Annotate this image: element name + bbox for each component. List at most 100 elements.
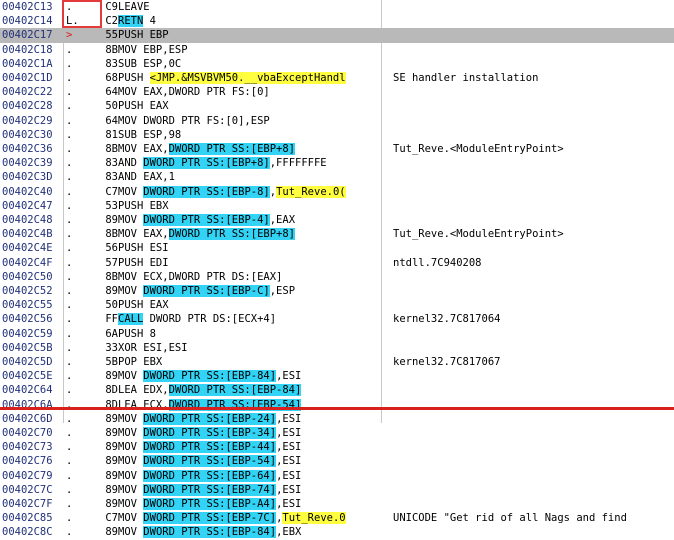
disassembly-view[interactable]: 00402C13. C9 LEAVE 00402C14 L. C2 RETN 4 00402C… [0, 0, 674, 539]
opcode-byte: 64 [105, 114, 118, 127]
instruction-part: MOV [118, 285, 144, 297]
instruction-row[interactable]: 00402C73. 89 MOV DWORD PTR SS:[EBP-44],ESI [0, 440, 674, 454]
instruction-row[interactable]: 00402C3D. 83 AND EAX,1 [0, 170, 674, 184]
opcode-byte: 89 [105, 469, 118, 482]
comment [393, 99, 673, 113]
comment: kernel32.7C817067 [393, 356, 501, 368]
instruction-row[interactable]: 00402C76. 89 MOV DWORD PTR SS:[EBP-54],ESI [0, 454, 674, 468]
instruction-part: MOV DWORD PTR FS:[0],ESP [118, 114, 270, 127]
instruction-part: ,ESP [269, 285, 296, 297]
disassembly-text: POP EBX [118, 355, 383, 369]
instruction-row[interactable]: 00402C7F. 89 MOV DWORD PTR SS:[EBP-A4],ESI [0, 497, 674, 511]
instruction-row[interactable]: 00402C28. 50 PUSH EAX [0, 99, 674, 113]
comment: ntdll.7C940208 [393, 256, 482, 269]
comment [393, 426, 673, 440]
address: 00402C5B [2, 341, 53, 354]
instruction-row[interactable]: 00402C48. 89 MOV DWORD PTR SS:[EBP-4],EAX [0, 213, 674, 227]
instruction-part: ,ESI [276, 483, 302, 496]
flow-marker: . [66, 256, 73, 269]
instruction-row[interactable]: 00402C4B. 8B MOV EAX,DWORD PTR SS:[EBP+8] T… [0, 227, 674, 241]
instruction-row[interactable]: 00402C59. 6A PUSH 8 [0, 327, 674, 341]
highlighted-operand: CALL [118, 313, 144, 326]
instruction-row[interactable]: 00402C22. 64 MOV EAX,DWORD PTR FS:[0] [0, 85, 674, 99]
opcode-byte: 50 [105, 299, 118, 312]
instruction-row[interactable]: 00402C4E. 56 PUSH ESI [0, 241, 674, 255]
opcode-byte: 8D [105, 384, 118, 397]
instruction-row[interactable]: 00402C8C. 89 MOV DWORD PTR SS:[EBP-84],EBX [0, 525, 674, 539]
instruction-row[interactable]: 00402C7C. 89 MOV DWORD PTR SS:[EBP-74],ESI [0, 483, 674, 497]
instruction-part: ,EBX [276, 526, 302, 539]
opcode-byte: 89 [105, 498, 118, 510]
disassembly-text: MOV EBP,ESP [118, 43, 383, 57]
comment [393, 241, 673, 255]
instruction-row[interactable]: 00402C1D. 68 PUSH <JMP.&MSVBVM50.__vbaExce… [0, 71, 674, 85]
highlighted-operand: DWORD PTR SS:[EBP+8] [143, 157, 270, 170]
disassembly-text: MOV DWORD PTR SS:[EBP-34],ESI [118, 426, 383, 440]
flow-marker: . [66, 370, 73, 383]
address: 00402C29 [2, 114, 53, 127]
highlighted-operand: DWORD PTR SS:[EBP+8] [168, 228, 296, 241]
flow-marker: . [66, 327, 73, 340]
instruction-row[interactable]: 00402C5D. 5B POP EBX kernel32.7C817067 [0, 355, 674, 369]
flow-marker: . [66, 86, 73, 99]
instruction-row[interactable]: 00402C79. 89 MOV DWORD PTR SS:[EBP-64],ESI [0, 469, 674, 483]
instruction-part: PUSH EAX [118, 299, 169, 312]
disassembly-text: CALL DWORD PTR DS:[ECX+4] [118, 312, 383, 326]
flow-marker: . [66, 526, 73, 539]
instruction-row[interactable]: 00402C6D. 89 MOV DWORD PTR SS:[EBP-24],ESI [0, 412, 674, 426]
instruction-part: PUSH ESI [118, 242, 169, 255]
comment [393, 43, 673, 57]
disassembly-text: SUB ESP,98 [118, 128, 383, 142]
instruction-part: MOV [118, 512, 144, 525]
instruction-row[interactable]: 00402C5B. 33 XOR ESI,ESI [0, 341, 674, 355]
instruction-part: MOV ECX,DWORD PTR DS:[EAX] [118, 270, 283, 283]
instruction-row[interactable]: 00402C36. 8B MOV EAX,DWORD PTR SS:[EBP+8] T… [0, 142, 674, 156]
address: 00402C79 [2, 469, 53, 482]
instruction-part: ,ESI [276, 455, 302, 468]
disassembly-text: MOV DWORD PTR SS:[EBP-7C],Tut_Reve.0 [118, 511, 383, 525]
instruction-row[interactable]: 00402C50. 8B MOV ECX,DWORD PTR DS:[EAX] [0, 270, 674, 284]
address: 00402C6D [2, 412, 53, 425]
flow-marker: > [66, 29, 73, 42]
comment [393, 525, 673, 539]
instruction-row[interactable]: 00402C40. C7 MOV DWORD PTR SS:[EBP-8],Tut_… [0, 185, 674, 199]
comment [393, 128, 673, 142]
instruction-row[interactable]: 00402C52. 89 MOV DWORD PTR SS:[EBP-C],ESP [0, 284, 674, 298]
disassembly-text: PUSH EBX [118, 199, 383, 213]
highlighted-operand: DWORD PTR SS:[EBP-7C] [143, 512, 277, 525]
disassembly-text: MOV DWORD PTR SS:[EBP-8],Tut_Reve.0( [118, 185, 383, 199]
comment [393, 412, 673, 426]
instruction-part: PUSH EBP [118, 29, 169, 42]
instruction-row[interactable]: 00402C85. C7 MOV DWORD PTR SS:[EBP-7C],Tut… [0, 511, 674, 525]
address: 00402C40 [2, 185, 53, 198]
comment [393, 284, 673, 298]
instruction-part: ,ESI [276, 498, 302, 510]
instruction-row[interactable]: 00402C17 >55 PUSH EBP [0, 28, 674, 43]
instruction-row[interactable]: 00402C55. 50 PUSH EAX [0, 298, 674, 312]
instruction-row[interactable]: 00402C47. 53 PUSH EBX [0, 199, 674, 213]
instruction-row[interactable]: 00402C29. 64 MOV DWORD PTR FS:[0],ESP [0, 114, 674, 128]
instruction-row[interactable]: 00402C5E. 89 MOV DWORD PTR SS:[EBP-84],ESI [0, 369, 674, 383]
instruction-row[interactable]: 00402C30. 81 SUB ESP,98 [0, 128, 674, 142]
opcode-byte: 8B [105, 228, 118, 241]
address: 00402C1D [2, 72, 53, 84]
instruction-row[interactable]: 00402C18. 8B MOV EBP,ESP [0, 43, 674, 57]
instruction-row[interactable]: 00402C4F. 57 PUSH EDI ntdll.7C940208 [0, 256, 674, 270]
flow-marker: . [66, 512, 73, 525]
address: 00402C7C [2, 483, 53, 496]
instruction-part: MOV [118, 370, 144, 383]
disassembly-text: PUSH EBP [118, 28, 383, 42]
instruction-row[interactable]: 00402C56. FF CALL DWORD PTR DS:[ECX+4] kern… [0, 312, 674, 326]
instruction-row[interactable]: 00402C70. 89 MOV DWORD PTR SS:[EBP-34],ESI [0, 426, 674, 440]
flow-marker: . [66, 185, 73, 198]
instruction-part: XOR ESI,ESI [118, 341, 188, 354]
comment [393, 497, 673, 511]
address: 00402C1A [2, 57, 53, 70]
disassembly-text: MOV DWORD PTR SS:[EBP-44],ESI [118, 440, 383, 454]
address: 00402C5D [2, 356, 53, 368]
instruction-row[interactable]: 00402C39. 83 AND DWORD PTR SS:[EBP+8],FFFF… [0, 156, 674, 170]
instruction-row[interactable]: 00402C64. 8D LEA EDX,DWORD PTR SS:[EBP-84] [0, 383, 674, 397]
disassembly-text: MOV DWORD PTR SS:[EBP-4],EAX [118, 213, 383, 227]
opcode-byte: 89 [105, 441, 118, 454]
instruction-row[interactable]: 00402C1A. 83 SUB ESP,0C [0, 57, 674, 71]
